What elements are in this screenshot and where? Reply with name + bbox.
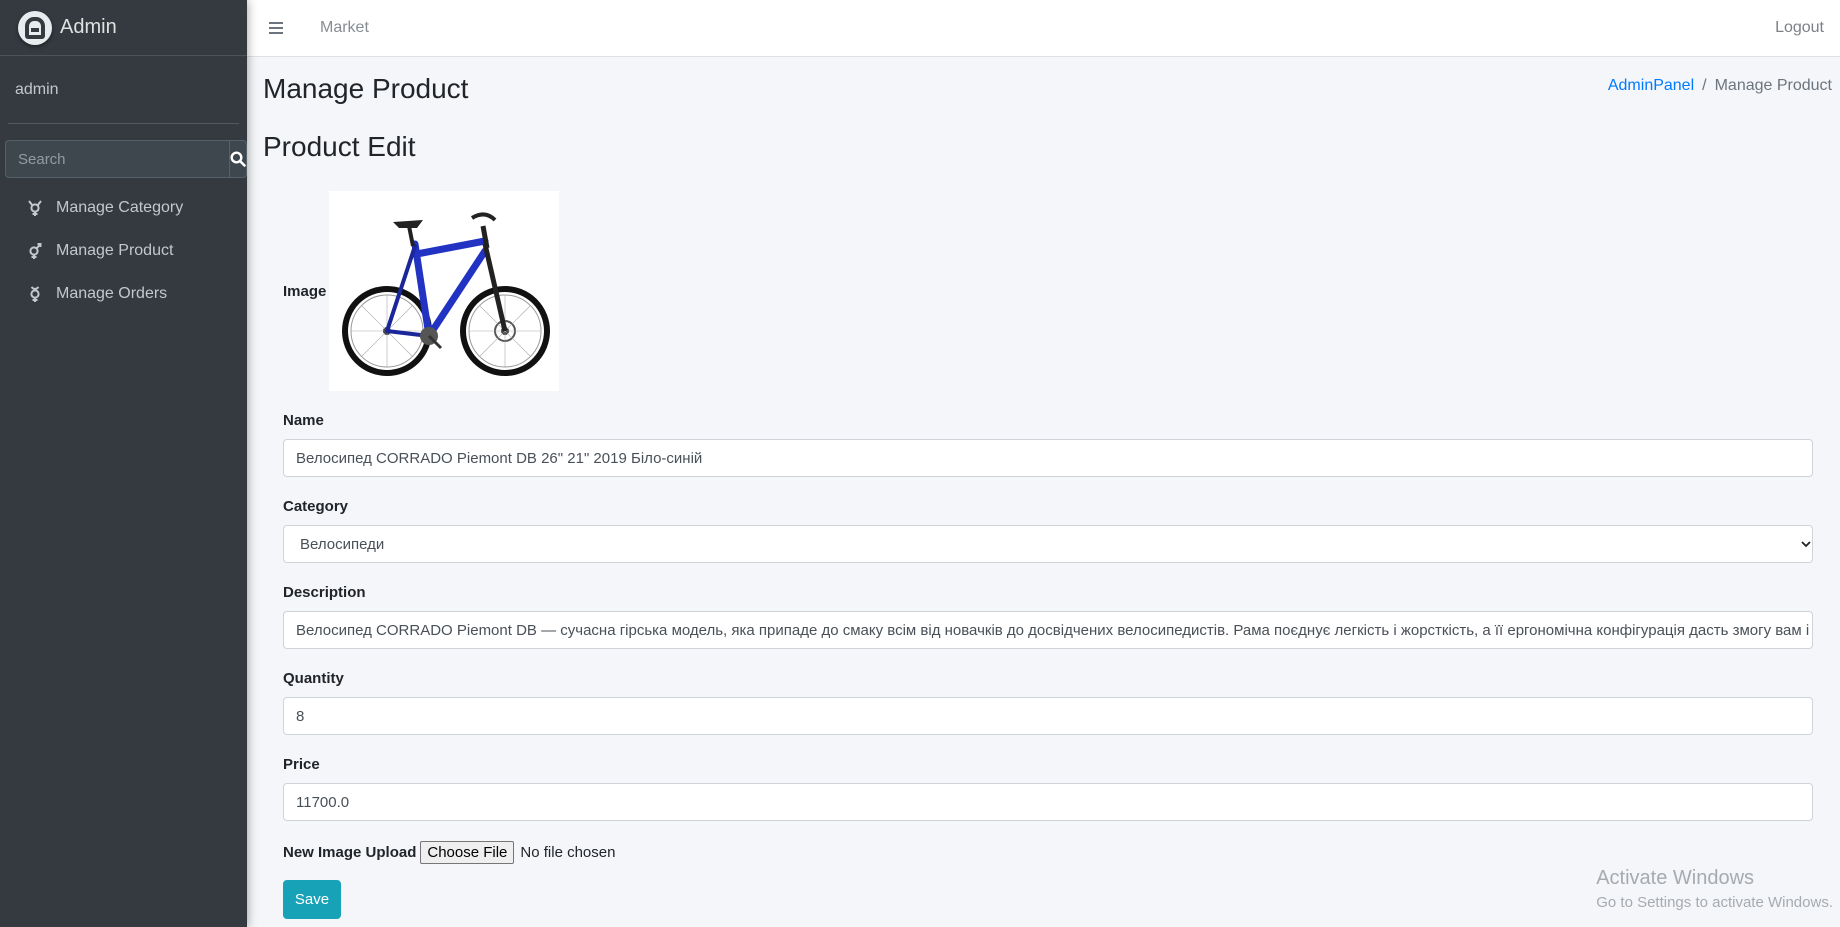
nav-link-market[interactable]: Market <box>320 19 369 37</box>
sidebar-item-label: Manage Orders <box>56 284 168 302</box>
sidebar-search <box>5 140 247 178</box>
image-row: Image <box>283 191 1813 391</box>
sidebar-item-label: Manage Category <box>56 198 184 216</box>
breadcrumb: AdminPanel / Manage Product <box>1608 77 1832 95</box>
logout-link[interactable]: Logout <box>1775 19 1824 37</box>
search-input[interactable] <box>5 140 229 178</box>
category-select[interactable]: Велосипеди <box>283 525 1813 563</box>
breadcrumb-admin-panel[interactable]: AdminPanel <box>1608 77 1694 94</box>
description-label: Description <box>283 584 366 601</box>
sidebar-item-manage-product[interactable]: Manage Product <box>0 229 247 272</box>
search-icon <box>230 151 246 167</box>
name-input[interactable]: Велосипед CORRADO Piemont DB 26" 21" 201… <box>283 439 1813 477</box>
category-label: Category <box>283 498 349 515</box>
brand-logo-icon <box>18 10 52 45</box>
user-name[interactable]: admin <box>15 81 59 99</box>
top-navbar: Market Logout <box>247 0 1840 57</box>
price-input[interactable]: 11700.0 <box>283 783 1813 821</box>
chevron-down-icon <box>1800 526 1812 562</box>
image-upload-row: New Image Upload Choose File No file cho… <box>283 841 1813 864</box>
user-panel: admin <box>8 56 239 124</box>
sidebar: Admin admin Manage Category <box>0 0 247 927</box>
hamburger-menu-icon[interactable] <box>269 18 289 38</box>
mercury-alt-icon <box>27 285 43 303</box>
product-image <box>329 191 560 391</box>
product-edit-form: Image Name Велосипед CORRADO Piemont DB … <box>283 191 1813 919</box>
quantity-input[interactable]: 8 <box>283 697 1813 735</box>
description-input[interactable]: Велосипед CORRADO Piemont DB — сучасна г… <box>283 611 1813 649</box>
name-label: Name <box>283 412 324 429</box>
sidebar-item-label: Manage Product <box>56 241 174 259</box>
content-wrapper: Manage Product AdminPanel / Manage Product… <box>247 57 1840 927</box>
upload-label: New Image Upload <box>283 844 417 861</box>
mercury-icon <box>27 242 43 260</box>
category-selected-value: Велосипеди <box>300 535 385 553</box>
save-button[interactable]: Save <box>283 880 341 919</box>
brand-link[interactable]: Admin <box>0 0 247 56</box>
breadcrumb-current: Manage Product <box>1714 77 1832 94</box>
quantity-label: Quantity <box>283 670 344 687</box>
price-label: Price <box>283 756 320 773</box>
breadcrumb-separator: / <box>1702 77 1707 94</box>
sidebar-nav: Manage Category Manage Product Manage Or… <box>0 186 247 315</box>
page-title: Manage Product <box>263 73 469 104</box>
sidebar-item-manage-category[interactable]: Manage Category <box>0 186 247 229</box>
sidebar-item-manage-orders[interactable]: Manage Orders <box>0 272 247 315</box>
file-status: No file chosen <box>520 844 616 861</box>
search-button[interactable] <box>229 140 247 178</box>
transgender-icon <box>27 199 43 217</box>
choose-file-button[interactable]: Choose File <box>420 841 515 864</box>
section-title: Product Edit <box>263 131 416 162</box>
brand-name: Admin <box>60 16 117 38</box>
image-label: Image <box>283 282 327 300</box>
bicycle-image-icon <box>341 212 550 376</box>
